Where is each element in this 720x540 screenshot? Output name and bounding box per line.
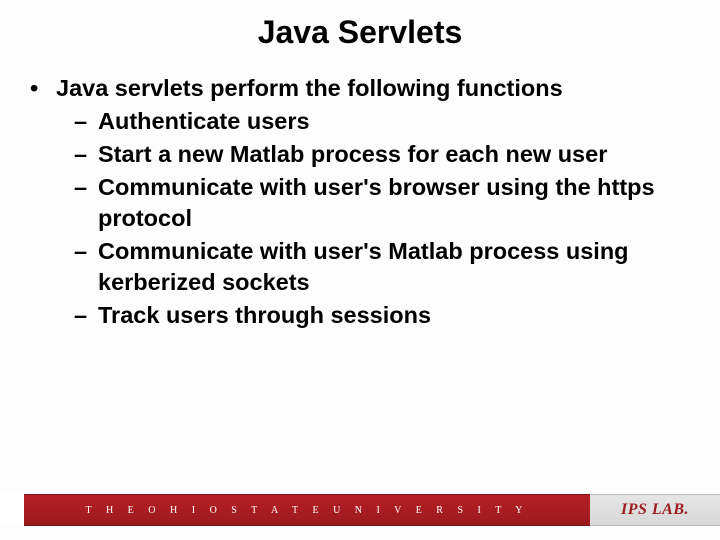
sub-item: – Communicate with user's browser using … — [74, 172, 690, 234]
dash-icon: – — [74, 139, 98, 170]
footer-university: T H E O H I O S T A T E U N I V E R S I … — [24, 494, 590, 526]
bullet-text: Java servlets perform the following func… — [56, 73, 690, 104]
sub-item: – Communicate with user's Matlab process… — [74, 236, 690, 298]
sub-item: – Track users through sessions — [74, 300, 690, 331]
dash-icon: – — [74, 172, 98, 234]
university-name: T H E O H I O S T A T E U N I V E R S I … — [86, 505, 529, 516]
sub-text: Authenticate users — [98, 106, 690, 137]
sub-text: Communicate with user's browser using th… — [98, 172, 690, 234]
slide-title: Java Servlets — [30, 14, 690, 51]
sub-text: Start a new Matlab process for each new … — [98, 139, 690, 170]
bullet-icon: • — [30, 73, 56, 104]
slide: Java Servlets • Java servlets perform th… — [0, 0, 720, 540]
footer-spacer — [0, 494, 24, 526]
bullet-item: • Java servlets perform the following fu… — [30, 73, 690, 104]
dash-icon: – — [74, 236, 98, 298]
dash-icon: – — [74, 300, 98, 331]
sub-item: – Authenticate users — [74, 106, 690, 137]
footer-bar: T H E O H I O S T A T E U N I V E R S I … — [0, 494, 720, 526]
slide-body: • Java servlets perform the following fu… — [30, 73, 690, 331]
footer-lab: IPS LAB. — [590, 494, 720, 526]
sub-text: Communicate with user's Matlab process u… — [98, 236, 690, 298]
sub-item: – Start a new Matlab process for each ne… — [74, 139, 690, 170]
sub-text: Track users through sessions — [98, 300, 690, 331]
lab-name: IPS LAB. — [621, 501, 689, 519]
dash-icon: – — [74, 106, 98, 137]
